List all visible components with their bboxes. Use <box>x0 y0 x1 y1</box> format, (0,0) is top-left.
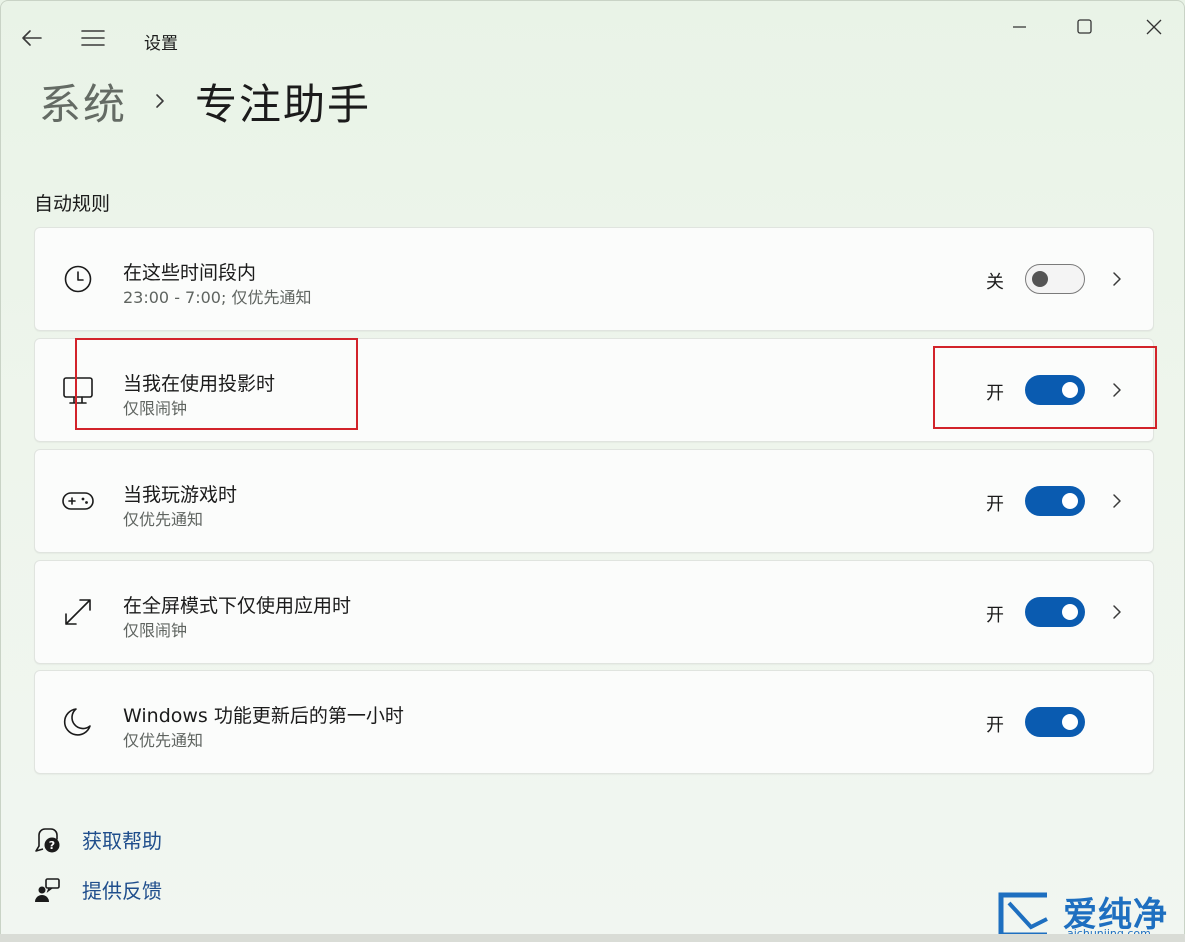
rule-toggle[interactable] <box>1025 486 1085 516</box>
get-help-label[interactable]: 获取帮助 <box>82 825 162 854</box>
rule-title: 当我玩游戏时 <box>123 484 238 506</box>
svg-text:?: ? <box>49 839 55 852</box>
toggle-knob <box>1062 382 1078 398</box>
rule-title: 当我在使用投影时 <box>123 373 276 395</box>
clock-icon <box>64 265 92 293</box>
feedback-person-icon <box>35 877 60 902</box>
chevron-right-icon[interactable] <box>1107 601 1127 623</box>
maximize-icon[interactable] <box>1064 13 1104 43</box>
rule-subtitle: 仅限闹钟 <box>123 621 188 640</box>
rule-subtitle: 仅优先通知 <box>123 510 204 529</box>
feedback-link[interactable]: 提供反馈 <box>34 875 162 904</box>
rule-card-time-ranges[interactable]: 在这些时间段内 23:00 - 7:00; 仅优先通知 关 <box>34 227 1154 331</box>
rule-subtitle: 仅限闹钟 <box>123 399 188 418</box>
breadcrumb-parent-link[interactable]: 系统 <box>39 71 127 132</box>
rule-toggle[interactable] <box>1025 264 1085 294</box>
minimize-icon[interactable] <box>999 13 1039 43</box>
rule-subtitle: 23:00 - 7:00; 仅优先通知 <box>123 288 312 307</box>
chevron-right-icon <box>156 94 164 108</box>
rule-toggle[interactable] <box>1025 597 1085 627</box>
rule-title: Windows 功能更新后的第一小时 <box>123 705 404 727</box>
logo-mark-icon <box>998 892 1048 938</box>
monitor-icon <box>63 377 93 404</box>
rule-card-projecting[interactable]: 当我在使用投影时 仅限闹钟 开 <box>34 338 1154 442</box>
chevron-right-icon[interactable] <box>1107 490 1127 512</box>
help-chat-icon: ? <box>35 827 60 852</box>
section-title: 自动规则 <box>34 193 111 215</box>
rule-subtitle: 仅优先通知 <box>123 731 204 750</box>
toggle-knob <box>1062 714 1078 730</box>
back-arrow-icon[interactable] <box>19 25 45 51</box>
taskbar-edge <box>0 934 1185 942</box>
get-help-link[interactable]: ? 获取帮助 <box>34 825 162 854</box>
toggle-state-label: 开 <box>986 715 1004 736</box>
rule-card-gaming[interactable]: 当我玩游戏时 仅优先通知 开 <box>34 449 1154 553</box>
rule-card-feature-update[interactable]: Windows 功能更新后的第一小时 仅优先通知 开 <box>34 670 1154 774</box>
hamburger-menu-icon[interactable] <box>79 25 107 51</box>
fullscreen-arrows-icon <box>65 599 91 625</box>
breadcrumb: 系统 专注助手 <box>39 73 371 129</box>
chevron-right-icon[interactable] <box>1107 379 1127 401</box>
toggle-state-label: 关 <box>986 272 1004 293</box>
close-icon[interactable] <box>1134 13 1174 43</box>
rule-toggle[interactable] <box>1025 707 1085 737</box>
gamepad-icon <box>62 492 94 510</box>
toggle-knob <box>1062 604 1078 620</box>
page-title: 专注助手 <box>195 79 372 129</box>
toggle-knob <box>1032 270 1048 287</box>
feedback-label[interactable]: 提供反馈 <box>82 875 162 904</box>
toggle-state-label: 开 <box>986 605 1004 626</box>
chevron-right-icon[interactable] <box>1107 268 1127 290</box>
rule-title: 在全屏模式下仅使用应用时 <box>123 595 352 617</box>
rule-toggle[interactable] <box>1025 375 1085 405</box>
rule-card-fullscreen[interactable]: 在全屏模式下仅使用应用时 仅限闹钟 开 <box>34 560 1154 664</box>
title-bar: 设置 <box>1 1 1184 61</box>
moon-icon <box>63 708 91 736</box>
window-title: 设置 <box>144 34 178 54</box>
settings-window: 设置 系统 专注助手 自动规则 在这些时间段内 23:00 - 7:00; 仅优… <box>0 0 1185 942</box>
toggle-state-label: 开 <box>986 494 1004 515</box>
toggle-state-label: 开 <box>986 383 1004 404</box>
rule-title: 在这些时间段内 <box>123 262 257 284</box>
toggle-knob <box>1062 493 1078 509</box>
